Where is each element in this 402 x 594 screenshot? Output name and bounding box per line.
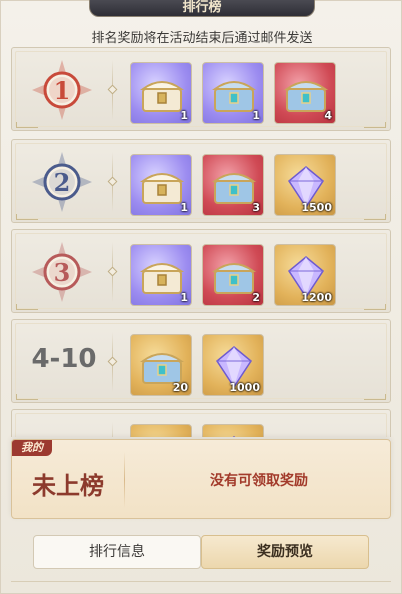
reward-notice: 排名奖励将在活动结束后通过邮件发送 [91,31,313,46]
divider [11,581,391,582]
tab-reward-preview[interactable]: 奖励预览 [201,535,369,569]
tab-rank-info[interactable]: 排行信息 [33,535,201,569]
reward-quantity: 3 [252,201,260,214]
svg-text:3: 3 [54,258,71,287]
reward-row: 4-10 20 1000 [11,319,391,403]
no-reward-message: 没有可领取奖励 [210,473,308,489]
reward-item[interactable]: 20 [130,334,192,396]
reward-item[interactable]: 2 [202,244,264,306]
rank-badge-icon: 2 [30,150,94,214]
reward-quantity: 1500 [301,201,332,214]
reward-item[interactable]: 1000 [202,334,264,396]
frame-ornament [16,214,38,220]
reward-quantity: 1 [180,291,188,304]
frame-ornament [364,394,386,400]
reward-item[interactable]: 1 [202,62,264,124]
reward-row: 2 1 3 1500 [11,139,391,223]
divider-ornament [107,176,118,187]
my-rank-tag: 我的 [12,440,52,456]
frame-ornament [364,122,386,128]
frame-ornament [16,394,38,400]
reward-quantity: 4 [324,109,332,122]
my-rank-card: 我的 未上榜 没有可领取奖励 [11,439,391,519]
divider-ornament [107,84,118,95]
rank-badge-icon: 1 [30,58,94,122]
reward-item[interactable] [130,424,192,437]
reward-quantity: 1000 [229,381,260,394]
reward-item[interactable]: 1500 [274,154,336,216]
divider-ornament [107,356,118,367]
svg-text:1: 1 [54,76,71,105]
reward-row: 1 1 1 4 [11,47,391,131]
reward-quantity: 1200 [301,291,332,304]
leaderboard-panel: 排行榜 排名奖励将在活动结束后通过邮件发送 1 1 1 4 2 1 3 1500 3 1 2 1200… [0,0,402,594]
rank-range-label: 4-10 [31,344,97,374]
frame-ornament [16,304,38,310]
panel-title: 排行榜 [89,0,315,17]
frame-ornament [364,304,386,310]
reward-item[interactable]: 1 [130,244,192,306]
divider-ornament [107,266,118,277]
reward-quantity: 1 [180,109,188,122]
reward-quantity: 1 [252,109,260,122]
reward-row: 3 1 2 1200 [11,229,391,313]
reward-item[interactable] [202,424,264,437]
divider [124,452,125,508]
rank-badge-icon: 3 [30,240,94,304]
reward-item[interactable]: 3 [202,154,264,216]
divider [112,422,113,437]
reward-quantity: 1 [180,201,188,214]
reward-row [11,409,391,437]
frame-ornament [16,122,38,128]
reward-quantity: 20 [172,381,188,394]
frame-ornament [364,214,386,220]
svg-text:2: 2 [54,168,71,197]
reward-item[interactable]: 1 [130,62,192,124]
reward-item[interactable]: 4 [274,62,336,124]
reward-item[interactable]: 1 [130,154,192,216]
reward-list[interactable]: 1 1 1 4 2 1 3 1500 3 1 2 1200 4-10 20 1000 [11,47,391,437]
my-rank-status: 未上榜 [32,472,104,500]
reward-item[interactable]: 1200 [274,244,336,306]
reward-quantity: 2 [252,291,260,304]
